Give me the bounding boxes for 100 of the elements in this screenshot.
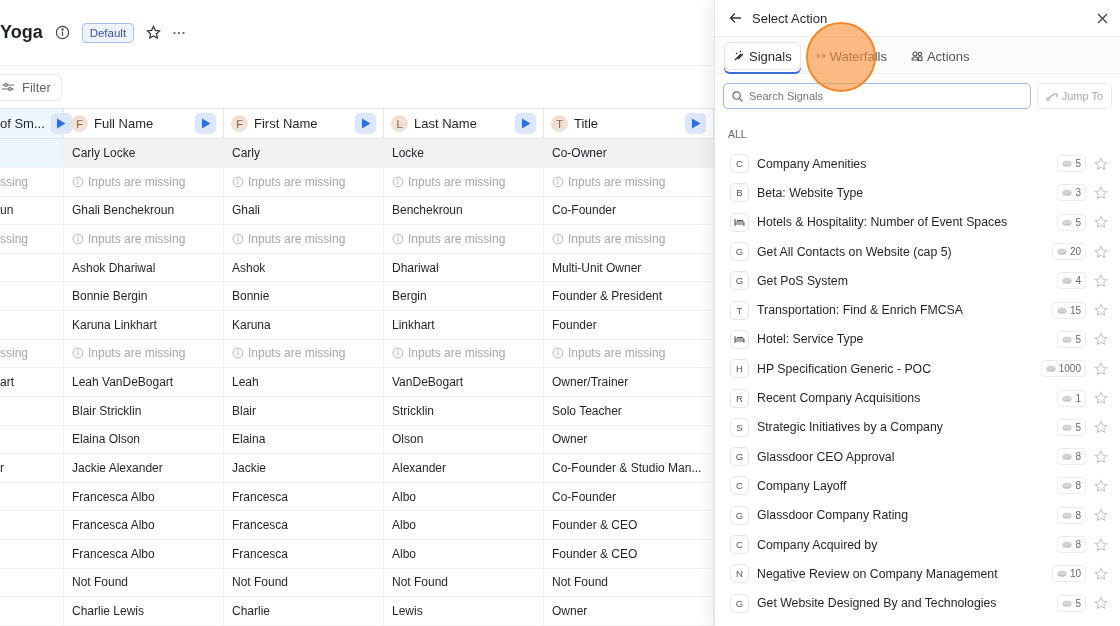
table-cell: Bonnie	[232, 289, 270, 304]
default-badge: Default	[81, 22, 135, 43]
back-button[interactable]	[727, 10, 744, 26]
credit-badge: 5	[1057, 418, 1086, 436]
credit-badge: 10	[1051, 565, 1086, 583]
signal-name[interactable]: Company Acquired by	[757, 537, 878, 552]
signal-name[interactable]: Get PoS System	[757, 273, 848, 288]
signal-name[interactable]: Company Amenities	[757, 156, 867, 171]
column-header[interactable]: Last Name	[414, 116, 477, 132]
table-cell: Karuna Linkhart	[72, 317, 157, 332]
people-icon	[910, 50, 923, 62]
page-title: Yoga	[0, 22, 43, 43]
table-row[interactable]: un Ghali Benchekroun Ghali Benchekroun Co-Founder	[0, 196, 714, 226]
signal-name[interactable]: HP Specification Generic - POC	[757, 361, 932, 376]
table-row[interactable]: Francesca Albo Francesca Albo Founder & CEO	[0, 540, 714, 569]
run-button[interactable]	[195, 113, 216, 135]
credit-badge: 1	[1057, 389, 1086, 407]
table-cell: Co-Founder & Studio Man...	[552, 460, 702, 475]
column-header[interactable]: First Name	[254, 116, 318, 132]
table-cell: Founder	[552, 317, 597, 332]
signal-name[interactable]: Beta: Website Type	[757, 185, 864, 200]
signal-name[interactable]: Strategic Initiatives by a Company	[757, 420, 943, 435]
more-icon[interactable]	[173, 30, 186, 35]
search-field[interactable]: Search Signals	[723, 83, 1031, 109]
column-header[interactable]: Title	[574, 116, 599, 132]
info-icon	[72, 347, 84, 360]
table-row[interactable]: r Jackie Alexander Jackie Alexander Co-Founder & Studio Man...	[0, 454, 714, 483]
section-label: ALL	[727, 127, 748, 142]
table-row[interactable]: Francesca Albo Francesca Albo Founder & CEO	[0, 511, 714, 540]
table-cell: Co-Founder	[552, 203, 617, 218]
table-cell: Francesca	[232, 546, 289, 561]
letter-avatar: H	[730, 359, 749, 379]
table-row[interactable]: Not Found Not Found Not Found Not Found	[0, 568, 714, 598]
table-cell: Founder & CEO	[552, 546, 638, 561]
signal-name[interactable]: Glassdoor Company Rating	[757, 508, 909, 523]
info-icon	[552, 347, 564, 360]
table-cell: Inputs are missing	[248, 346, 346, 361]
table-cell: Francesca Albo	[72, 546, 155, 561]
table-cell: Leah VanDeBogart	[72, 375, 174, 390]
info-icon	[232, 347, 244, 360]
table-cell: Inputs are missing	[408, 231, 506, 246]
table-cell: un	[0, 203, 14, 218]
credit-badge: 5	[1057, 155, 1086, 173]
star-icon[interactable]	[146, 25, 162, 40]
signal-name[interactable]: Get Website Designed By and Technologies	[757, 596, 997, 611]
table-row[interactable]: Blair Stricklin Blair Stricklin Solo Teacher	[0, 396, 714, 426]
table-cell: Inputs are missing	[88, 231, 186, 246]
table-cell: VanDeBogart	[392, 375, 464, 390]
table-cell: Owner	[552, 432, 588, 447]
signal-name[interactable]: Hotels & Hospitality: Number of Event Spaces	[757, 215, 1008, 230]
table-row[interactable]: Bonnie Bergin Bonnie Bergin Founder & President	[0, 282, 714, 311]
run-button[interactable]	[685, 113, 706, 135]
table-row[interactable]: Charlie Lewis Charlie Lewis Owner	[0, 597, 714, 626]
column-header[interactable]: Full Name	[94, 116, 154, 132]
letter-avatar: G	[730, 271, 749, 291]
table-cell: Charlie	[232, 604, 270, 619]
credit-badge: 20	[1051, 243, 1086, 261]
signal-name[interactable]: Negative Review on Company Management	[757, 566, 998, 581]
column-type-avatar: T	[551, 115, 568, 133]
signal-name[interactable]: Hotel: Service Type	[757, 332, 864, 347]
table-cell: Inputs are missing	[248, 174, 346, 189]
run-button[interactable]	[355, 113, 376, 135]
table-cell: Inputs are missing	[88, 174, 186, 189]
signal-name[interactable]: Recent Company Acquisitions	[757, 391, 921, 405]
run-button[interactable]	[50, 113, 72, 135]
table-cell: Founder & President	[552, 289, 663, 304]
signal-name[interactable]: Get All Contacts on Website (cap 5)	[757, 244, 952, 259]
signal-name[interactable]: Company Layoff	[757, 478, 847, 493]
table-cell: Linkhart	[392, 317, 435, 332]
info-icon	[72, 232, 84, 245]
letter-avatar: G	[730, 593, 749, 613]
selected-row[interactable]: Carly Locke Carly Locke Co-Owner	[0, 139, 714, 168]
table-row[interactable]: Francesca Albo Francesca Albo Co-Founder	[0, 482, 714, 512]
table-row[interactable]: art Leah VanDeBogart Leah VanDeBogart Owner/Trainer	[0, 368, 714, 397]
letter-avatar: T	[730, 300, 749, 320]
play-icon	[200, 118, 211, 130]
table-cell: Inputs are missing	[568, 174, 666, 189]
letter-avatar: B	[730, 183, 749, 203]
table-cell: Karuna	[232, 317, 271, 332]
table-row[interactable]: Ashok Dhariwal Ashok Dhariwal Multi-Unit Owner	[0, 253, 714, 283]
run-button[interactable]	[515, 113, 536, 135]
credit-badge: 15	[1051, 301, 1086, 319]
table-row[interactable]: Karuna Linkhart Karuna Linkhart Founder	[0, 311, 714, 340]
table-cell: Olson	[392, 432, 424, 447]
tab[interactable]: Actions	[901, 42, 979, 70]
table-cell: Owner	[552, 604, 588, 619]
table-cell: Solo Teacher	[552, 403, 622, 418]
table-row[interactable]: Elaina Olson Elaina Olson Owner	[0, 425, 714, 455]
table-cell: Locke	[392, 146, 425, 161]
table-cell: Francesca	[232, 518, 289, 533]
filter-button[interactable]: Filter	[0, 73, 62, 101]
column-type-avatar: F	[231, 115, 248, 133]
credit-badge: 8	[1057, 448, 1086, 466]
table-cell: Inputs are missing	[408, 174, 506, 189]
table-cell: Charlie Lewis	[72, 604, 145, 619]
letter-avatar: C	[730, 476, 749, 496]
table-cell: Ghali	[232, 203, 260, 218]
signal-name[interactable]: Glassdoor CEO Approval	[757, 449, 895, 464]
signal-name[interactable]: Transportation: Find & Enrich FMCSA	[757, 303, 963, 318]
credit-badge: 3	[1057, 184, 1086, 202]
